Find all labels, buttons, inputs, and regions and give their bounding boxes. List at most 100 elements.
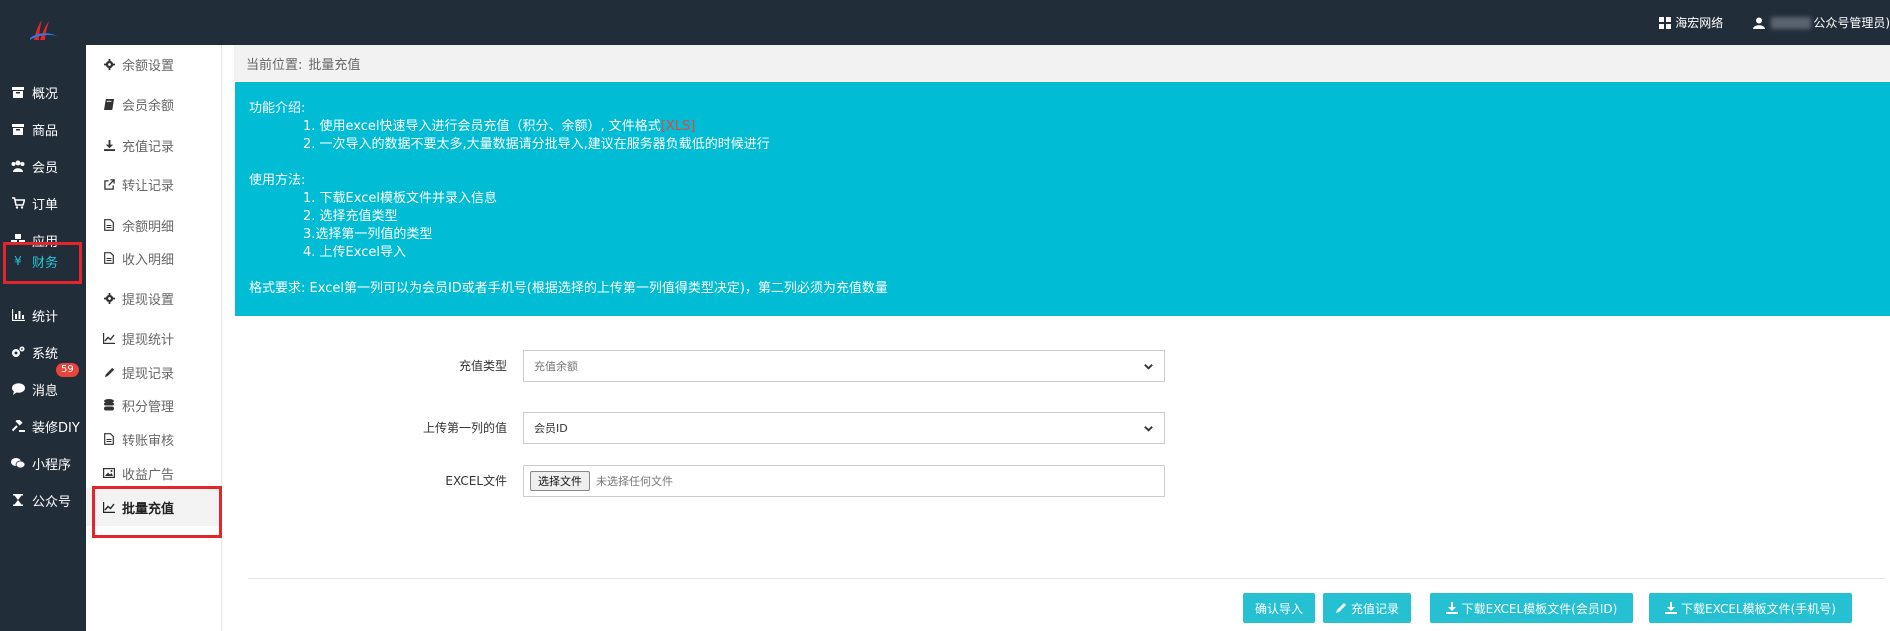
download-mobile-button-wrap: 下载EXCEL模板文件(手机号) bbox=[1649, 593, 1852, 623]
user-menu[interactable]: 公众号管理员) bbox=[1753, 14, 1890, 31]
recharge-records-label: 充值记录 bbox=[1351, 601, 1400, 616]
archive-icon bbox=[10, 84, 26, 100]
subnav-label: 提现设置 bbox=[122, 292, 175, 308]
yen-icon: ¥ bbox=[14, 254, 22, 268]
recharge-type-label: 充值类型 bbox=[458, 359, 507, 373]
nav-item-messages[interactable]: 消息 59 bbox=[0, 363, 86, 409]
recharge-records-button[interactable]: 充值记录 bbox=[1323, 593, 1412, 623]
nav-item-orders[interactable]: 订单 bbox=[0, 183, 86, 223]
subnav-transfer-review[interactable]: 转账审核 bbox=[86, 420, 222, 458]
choose-file-button[interactable]: 选择文件 bbox=[530, 471, 590, 491]
form-row-recharge-type: 充值类型 充值余额 bbox=[222, 350, 1222, 382]
intro-line: 2. 一次导入的数据不要太多,大量数据请分批导入,建议在服务器负载低的时候进行 bbox=[303, 137, 770, 152]
subnav-withdraw-statistics[interactable]: 提现统计 bbox=[86, 319, 222, 357]
download-icon bbox=[1445, 602, 1458, 614]
nav-item-members[interactable]: 会员 bbox=[0, 146, 86, 186]
nav-item-label: 订单 bbox=[32, 197, 59, 213]
subnav-income-details[interactable]: 收入明细 bbox=[86, 239, 222, 277]
download-icon bbox=[1665, 602, 1678, 614]
format-requirement: 格式要求: Excel第一列可以为会员ID或者手机号(根据选择的上传第一列值得类… bbox=[249, 281, 888, 296]
nav-item-label: 概况 bbox=[32, 86, 59, 102]
nav-item-statistics[interactable]: 统计 bbox=[0, 295, 86, 335]
gears-icon bbox=[10, 344, 26, 360]
usage-line: 1. 下载Excel模板文件并录入信息 bbox=[303, 191, 497, 206]
nav-item-finance[interactable]: ¥ 财务 bbox=[0, 241, 86, 284]
form-row-first-column: 上传第一列的值 会员ID bbox=[222, 412, 1222, 444]
subnav-label: 余额明细 bbox=[122, 219, 175, 235]
pencil-icon bbox=[102, 365, 116, 379]
download-template-mobile-button[interactable]: 下载EXCEL模板文件(手机号) bbox=[1649, 593, 1852, 623]
recharge-type-select[interactable]: 充值余额 bbox=[523, 350, 1165, 382]
nav-item-goods[interactable]: 商品 bbox=[0, 109, 86, 149]
breadcrumb: 当前位置: 批量充值 bbox=[234, 45, 1890, 81]
user-icon bbox=[1753, 17, 1766, 29]
line-chart-icon bbox=[102, 331, 116, 345]
subnav-label: 转账审核 bbox=[122, 433, 175, 449]
subnav-batch-recharge[interactable]: 批量充值 bbox=[86, 486, 222, 538]
subnav-label: 积分管理 bbox=[122, 399, 175, 415]
subnav-points-management[interactable]: 积分管理 bbox=[86, 386, 222, 424]
nav-item-overview[interactable]: 概况 bbox=[0, 72, 86, 112]
external-link-icon bbox=[102, 177, 116, 191]
chevron-down-icon bbox=[1144, 364, 1153, 370]
subnav-label: 收入明细 bbox=[122, 252, 175, 268]
subnav-revenue-ads[interactable]: 收益广告 bbox=[86, 454, 222, 492]
subnav-withdraw-settings[interactable]: 提现设置 bbox=[86, 279, 222, 317]
subnav-label: 余额设置 bbox=[122, 58, 175, 74]
subnav-label: 提现记录 bbox=[122, 366, 175, 382]
brand-menu[interactable]: 海宏网络 bbox=[1659, 14, 1723, 31]
usage-line: 3.选择第一列值的类型 bbox=[303, 227, 433, 242]
subnav-label: 会员余额 bbox=[122, 98, 175, 114]
subnav-recharge-records[interactable]: 充值记录 bbox=[86, 126, 222, 164]
image-icon bbox=[102, 466, 116, 480]
nav-item-label: 系统 bbox=[32, 346, 59, 362]
excel-file-label: EXCEL文件 bbox=[445, 474, 507, 488]
breadcrumb-current: 批量充值 bbox=[308, 57, 361, 73]
line-chart-icon bbox=[102, 500, 116, 514]
subnav-member-balance[interactable]: 会员余额 bbox=[86, 85, 222, 123]
brand-menu-label: 海宏网络 bbox=[1675, 16, 1724, 30]
user-menu-label: 公众号管理员) bbox=[1813, 16, 1890, 30]
cart-icon bbox=[10, 195, 26, 211]
records-button-wrap: 充值记录 bbox=[1323, 593, 1412, 623]
form-row-excel-file: EXCEL文件 选择文件 未选择任何文件 bbox=[222, 465, 1222, 497]
subnav-label: 提现统计 bbox=[122, 332, 175, 348]
main-sidebar: 概况 商品 会员 订单 应用 ¥ 财务 统计 系统 消息 59 装修DIY 小程… bbox=[0, 45, 86, 631]
wechat-icon bbox=[10, 455, 26, 471]
recharge-type-value: 充值余额 bbox=[534, 360, 578, 373]
nav-item-decor-diy[interactable]: 装修DIY bbox=[0, 406, 86, 446]
download-mobile-label: 下载EXCEL模板文件(手机号) bbox=[1681, 601, 1836, 616]
nav-item-label: 消息 bbox=[32, 383, 59, 399]
grid-icon bbox=[1659, 16, 1672, 29]
logo[interactable] bbox=[26, 18, 60, 44]
nav-item-label: 统计 bbox=[32, 309, 59, 325]
confirm-import-button[interactable]: 确认导入 bbox=[1243, 593, 1316, 623]
intro-title: 功能介绍: bbox=[249, 101, 306, 116]
comment-icon bbox=[10, 381, 26, 397]
nav-item-mini-program[interactable]: 小程序 bbox=[0, 443, 86, 483]
file-format: [XLS] bbox=[660, 119, 696, 134]
download-icon bbox=[102, 138, 116, 152]
subnav-label: 充值记录 bbox=[122, 139, 175, 155]
download-id-button-wrap: 下载EXCEL模板文件(会员ID) bbox=[1430, 593, 1633, 623]
first-column-select[interactable]: 会员ID bbox=[523, 412, 1165, 444]
nav-item-official-account[interactable]: 公众号 bbox=[0, 480, 86, 520]
bar-chart-icon bbox=[10, 307, 26, 323]
download-template-member-id-button[interactable]: 下载EXCEL模板文件(会员ID) bbox=[1430, 593, 1633, 623]
file-status: 未选择任何文件 bbox=[596, 475, 673, 488]
confirm-import-button-wrap: 确认导入 bbox=[1243, 593, 1316, 623]
subnav-label: 批量充值 bbox=[122, 501, 175, 517]
top-bar: 海宏网络 公众号管理员) bbox=[0, 0, 1890, 45]
intro-line: 1. 使用excel快速导入进行会员充值（积分、余额）, 文件格式[XLS] bbox=[303, 119, 696, 134]
nav-item-label: 公众号 bbox=[32, 494, 72, 510]
subnav-transfer-records[interactable]: 转让记录 bbox=[86, 165, 222, 203]
nav-item-label: 装修DIY bbox=[32, 420, 80, 436]
subnav-balance-settings[interactable]: 余额设置 bbox=[86, 45, 222, 83]
info-panel: 功能介绍: 1. 使用excel快速导入进行会员充值（积分、余额）, 文件格式[… bbox=[235, 82, 1890, 316]
gear-icon bbox=[102, 291, 116, 305]
hourglass-icon bbox=[10, 492, 26, 508]
download-id-label: 下载EXCEL模板文件(会员ID) bbox=[1461, 601, 1618, 616]
main-content: 当前位置: 批量充值 功能介绍: 1. 使用excel快速导入进行会员充值（积分… bbox=[222, 45, 1890, 631]
gavel-icon bbox=[10, 418, 26, 434]
file-icon bbox=[102, 432, 116, 446]
